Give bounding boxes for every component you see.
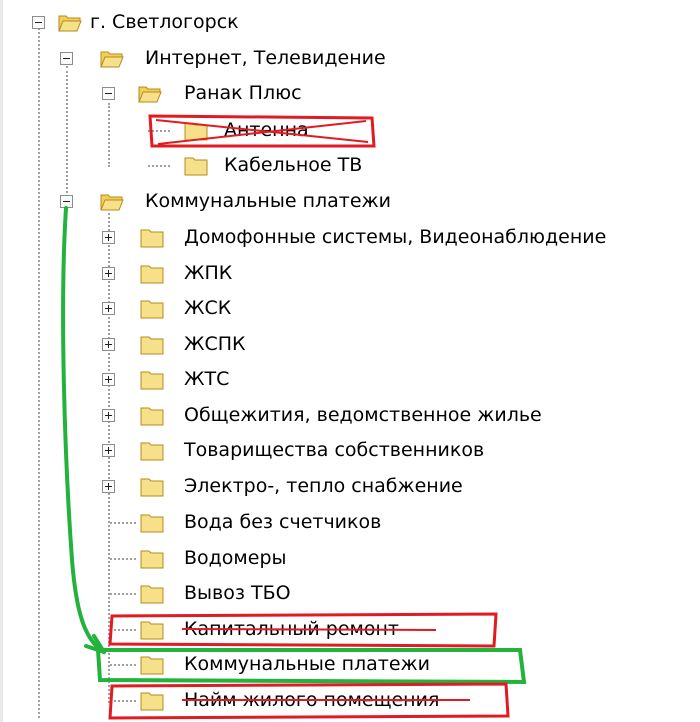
tree-node-label: Антенна [224, 119, 309, 141]
expand-plus-icon[interactable] [102, 480, 115, 493]
tree-node-label: ЖСК [184, 297, 232, 319]
tree-view: г. Светлогорск Интернет, Телевидение Ран… [0, 0, 700, 722]
tree-node-dorms[interactable]: Общежития, ведомственное жилье [0, 398, 700, 432]
folder-icon [184, 157, 208, 176]
tree-node-label: ЖСПК [184, 333, 246, 355]
tree-node-label: Вывоз ТБО [184, 582, 291, 604]
tree-node-water-no-meter[interactable]: Вода без счетчиков [0, 505, 700, 539]
expand-plus-icon[interactable] [102, 373, 115, 386]
tree-node-label: Коммунальные платежи [184, 653, 431, 675]
tree-node-svetlogorsk[interactable]: г. Светлогорск [0, 5, 700, 39]
tree-node-electro[interactable]: Электро-, тепло снабжение [0, 469, 700, 503]
tree-node-label: Кабельное ТВ [224, 154, 363, 176]
tree-node-owners[interactable]: Товарищества собственников [0, 433, 700, 467]
tree-node-zhspk[interactable]: ЖСПК [0, 327, 700, 361]
tree-node-ranak-plus[interactable]: Ранак Плюс [0, 76, 700, 110]
folder-icon [140, 442, 164, 461]
tree-node-water-meters[interactable]: Водомеры [0, 541, 700, 575]
tree-node-tbo[interactable]: Вывоз ТБО [0, 576, 700, 610]
tree-node-communal[interactable]: Коммунальные платежи [0, 184, 700, 218]
tree-node-zhts[interactable]: ЖТС [0, 362, 700, 396]
tree-node-label: ЖПК [184, 262, 233, 284]
folder-open-icon [58, 15, 82, 32]
tree-node-label: Электро-, тепло снабжение [184, 475, 463, 497]
tree-node-label: ЖТС [184, 368, 230, 390]
folder-icon [140, 585, 164, 604]
folder-icon [140, 229, 164, 248]
tree-node-label: Вода без счетчиков [184, 511, 382, 533]
tree-node-label: Ранак Плюс [184, 82, 302, 104]
tree-node-label: Найм жилого помещения [184, 689, 440, 711]
tree-node-label: Общежития, ведомственное жилье [184, 404, 542, 426]
tree-node-zhsk[interactable]: ЖСК [0, 291, 700, 325]
folder-open-icon [100, 194, 124, 211]
tree-node-housing-rent[interactable]: Найм жилого помещения [0, 683, 700, 717]
tree-node-label: Домофонные системы, Видеонаблюдение [184, 226, 607, 248]
tree-node-capital-repair[interactable]: Капитальный ремонт [0, 612, 700, 646]
folder-icon [140, 621, 164, 640]
tree-node-intercom[interactable]: Домофонные системы, Видеонаблюдение [0, 220, 700, 254]
expand-plus-icon[interactable] [102, 409, 115, 422]
tree-node-antenna[interactable]: Антенна [0, 113, 700, 147]
collapse-minus-icon[interactable] [32, 16, 45, 29]
folder-icon [140, 514, 164, 533]
tree-node-label: г. Светлогорск [90, 11, 239, 33]
folder-open-icon [100, 51, 124, 68]
folder-icon [184, 122, 208, 141]
tree-node-label: Товарищества собственников [184, 439, 485, 461]
tree-node-zhpk[interactable]: ЖПК [0, 256, 700, 290]
expand-plus-icon[interactable] [102, 302, 115, 315]
folder-icon [140, 300, 164, 319]
tree-node-label: Интернет, Телевидение [145, 47, 386, 69]
tree-node-label: Капитальный ремонт [184, 618, 399, 640]
folder-icon [140, 550, 164, 569]
collapse-minus-icon[interactable] [102, 87, 115, 100]
collapse-minus-icon[interactable] [60, 195, 73, 208]
tree-node-label: Водомеры [184, 547, 287, 569]
folder-icon [140, 656, 164, 675]
folder-icon [140, 692, 164, 711]
collapse-minus-icon[interactable] [60, 52, 73, 65]
expand-plus-icon[interactable] [102, 338, 115, 351]
folder-open-icon [138, 86, 162, 103]
folder-icon [140, 371, 164, 390]
folder-icon [140, 336, 164, 355]
tree-node-internet[interactable]: Интернет, Телевидение [0, 41, 700, 75]
tree-node-communal-payments[interactable]: Коммунальные платежи [0, 647, 700, 681]
expand-plus-icon[interactable] [102, 267, 115, 280]
folder-icon [140, 407, 164, 426]
expand-plus-icon[interactable] [102, 231, 115, 244]
folder-icon [140, 265, 164, 284]
expand-plus-icon[interactable] [102, 444, 115, 457]
folder-icon [140, 478, 164, 497]
tree-node-label: Коммунальные платежи [145, 190, 392, 212]
tree-node-cable-tv[interactable]: Кабельное ТВ [0, 148, 700, 182]
